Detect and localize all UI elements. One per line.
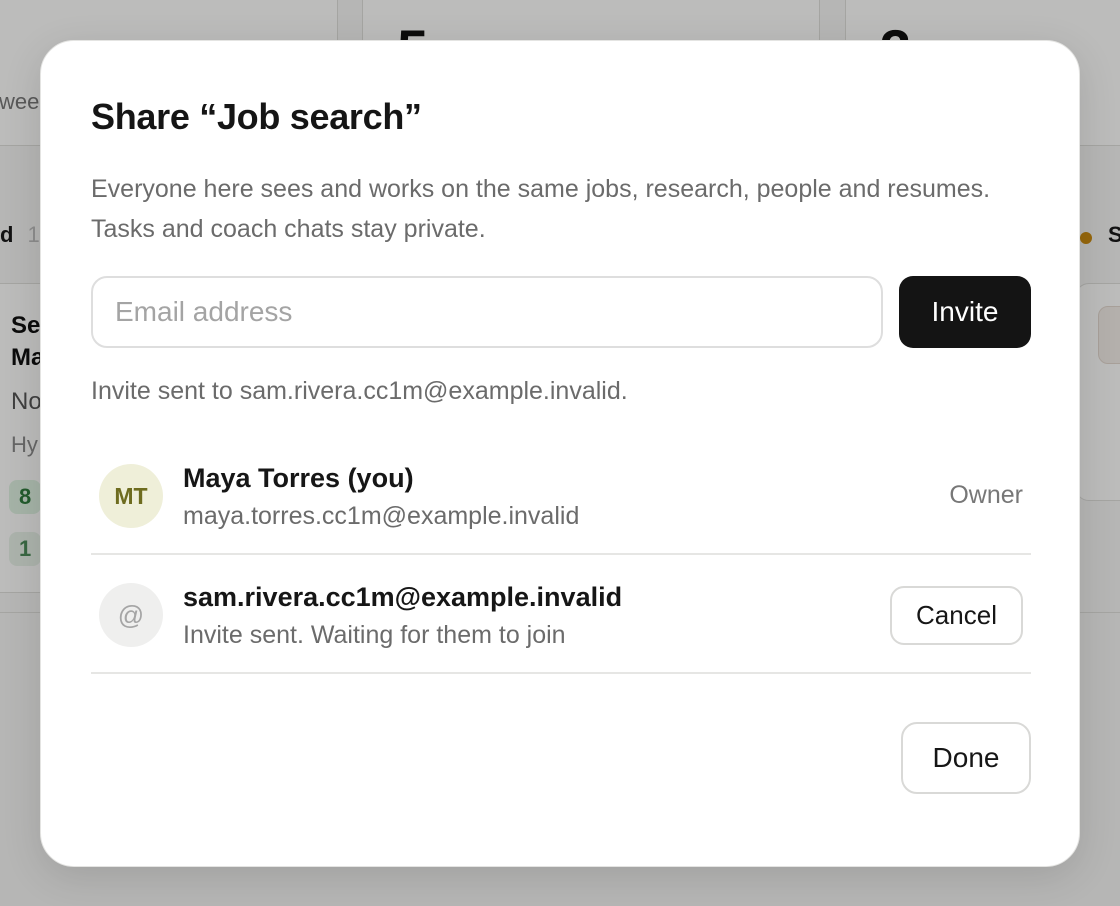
cancel-invite-button[interactable]: Cancel: [890, 586, 1023, 645]
share-dialog: Share “Job search” Everyone here sees an…: [40, 40, 1080, 867]
member-name: Maya Torres (you): [183, 463, 414, 493]
email-input[interactable]: [91, 276, 883, 348]
member-email: maya.torres.cc1m@example.invalid: [183, 502, 580, 530]
member-row: @ sam.rivera.cc1m@example.invalid Invite…: [91, 554, 1031, 674]
invite-button[interactable]: Invite: [899, 276, 1031, 348]
member-role: Owner: [949, 481, 1023, 509]
at-sign-icon: @: [99, 583, 163, 647]
member-row: MT Maya Torres (you) maya.torres.cc1m@ex…: [91, 435, 1031, 555]
avatar: MT: [99, 464, 163, 528]
invite-pending-status: Invite sent. Waiting for them to join: [183, 621, 566, 649]
dialog-description: Everyone here sees and works on the same…: [91, 175, 991, 243]
member-name: sam.rivera.cc1m@example.invalid: [183, 582, 623, 612]
dialog-title: Share “Job search”: [91, 96, 422, 137]
done-button[interactable]: Done: [901, 722, 1031, 794]
invite-status-message: Invite sent to sam.rivera.cc1m@example.i…: [91, 377, 628, 405]
